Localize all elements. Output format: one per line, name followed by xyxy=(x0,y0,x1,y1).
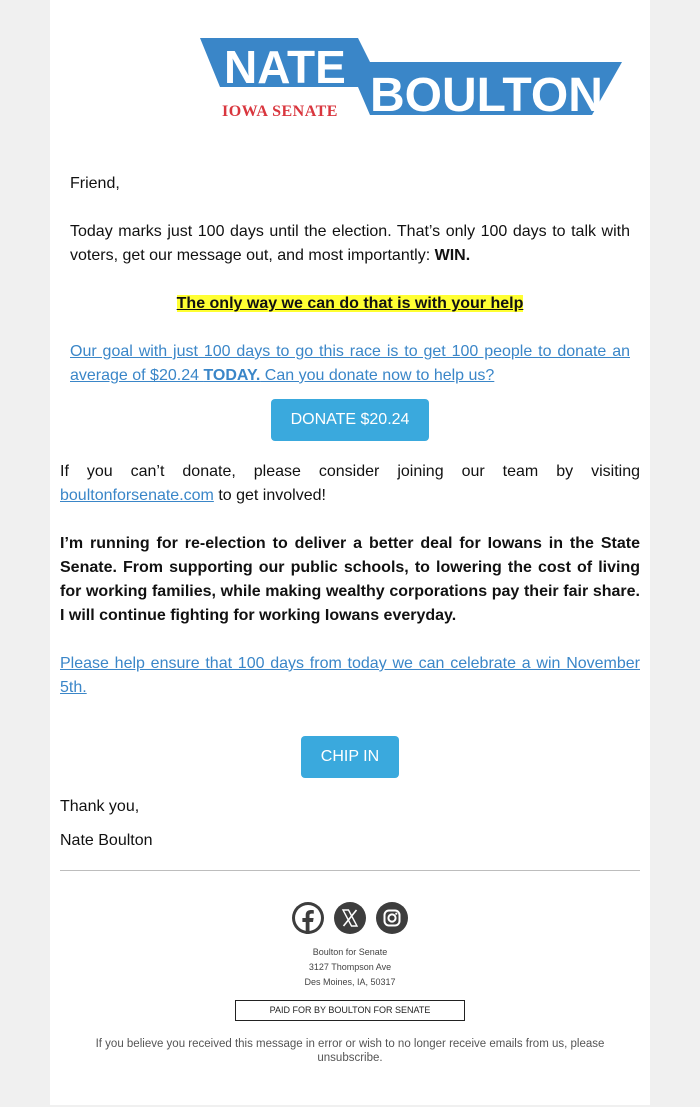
logo-last-name: BOULTON xyxy=(370,69,603,120)
intro-paragraph: Today marks just 100 days until the elec… xyxy=(70,220,630,268)
paid-for-disclaimer: PAID FOR BY BOULTON FOR SENATE xyxy=(235,1000,465,1021)
highlight-paragraph: The only way we can do that is with your… xyxy=(70,292,630,316)
logo-first-name: NATE xyxy=(224,41,346,93)
unsubscribe-notice[interactable]: If you believe you received this message… xyxy=(70,1037,630,1065)
org-name: Boulton for Senate xyxy=(312,947,388,957)
goal-paragraph: Our goal with just 100 days to go this r… xyxy=(70,340,630,388)
chip-in-button[interactable]: CHIP IN xyxy=(301,736,399,778)
logo-subtitle: IOWA SENATE xyxy=(222,103,338,120)
street-address: 3127 Thompson Ave xyxy=(308,962,392,972)
mailing-address: Boulton for Senate 3127 Thompson Ave Des… xyxy=(50,945,650,990)
intro-bold: WIN. xyxy=(434,247,471,264)
highlight-text: The only way we can do that is with your… xyxy=(176,295,524,312)
celebrate-paragraph: Please help ensure that 100 days from to… xyxy=(60,652,640,700)
signature: Nate Boulton xyxy=(60,832,153,849)
campaign-logo: NATE BOULTON IOWA SENATE xyxy=(200,35,622,122)
website-link[interactable]: boultonforsenate.com xyxy=(60,487,214,504)
x-twitter-icon[interactable] xyxy=(334,902,366,934)
join-text-after: to get involved! xyxy=(213,487,326,504)
city-state-zip: Des Moines, IA, 50317 xyxy=(304,977,396,987)
greeting: Friend, xyxy=(70,175,120,192)
facebook-icon[interactable] xyxy=(292,902,324,934)
join-paragraph: If you can’t donate, please consider joi… xyxy=(60,460,640,508)
join-text-before: If you can’t donate, please consider joi… xyxy=(60,463,640,480)
intro-text: Today marks just 100 days until the elec… xyxy=(70,223,630,264)
email-body: NATE BOULTON IOWA SENATE Friend, Today m… xyxy=(50,0,650,1105)
social-links xyxy=(50,902,650,934)
goal-donate-link[interactable]: Our goal with just 100 days to go this r… xyxy=(70,343,630,384)
instagram-icon[interactable] xyxy=(376,902,408,934)
footer-divider xyxy=(60,870,640,871)
celebrate-link[interactable]: Please help ensure that 100 days from to… xyxy=(60,655,640,696)
signoff: Thank you, xyxy=(60,798,140,815)
platform-paragraph: I’m running for re-election to deliver a… xyxy=(60,535,640,624)
donate-button[interactable]: DONATE $20.24 xyxy=(271,399,429,441)
chip-in-button-label: CHIP IN xyxy=(320,748,380,765)
donate-button-label: DONATE $20.24 xyxy=(290,411,410,428)
